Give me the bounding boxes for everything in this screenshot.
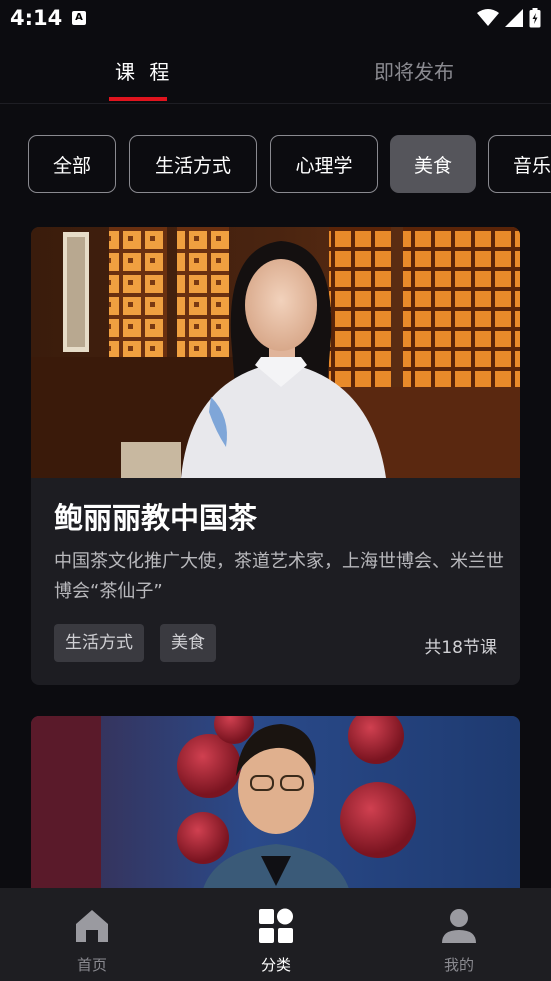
status-bar: 4:14 A	[0, 0, 551, 38]
nav-item-profile[interactable]: 我的	[399, 888, 519, 981]
status-time: 4:14	[10, 6, 63, 30]
profile-icon	[442, 909, 476, 943]
notification-icon: A	[72, 11, 86, 25]
course-cover-image	[31, 716, 520, 896]
status-icons	[477, 8, 541, 28]
category-chip-lifestyle[interactable]: 生活方式	[129, 135, 257, 193]
course-tag: 生活方式	[54, 624, 144, 662]
course-cover-image	[31, 227, 520, 478]
tab-courses[interactable]: 课 程	[115, 56, 173, 85]
wifi-icon	[477, 9, 499, 26]
nav-label-category: 分类	[260, 956, 291, 974]
course-tag: 美食	[160, 624, 216, 662]
bottom-nav: 首页 分类 我的	[0, 888, 551, 981]
signal-icon	[505, 9, 523, 27]
category-chip-all[interactable]: 全部	[28, 135, 116, 193]
course-card[interactable]	[31, 716, 520, 896]
top-tab-bar: 课 程 即将发布	[0, 38, 551, 104]
category-grid-icon	[259, 908, 293, 943]
category-chip-food[interactable]: 美食	[390, 135, 476, 193]
course-tags: 生活方式 美食	[54, 624, 216, 662]
battery-icon	[529, 8, 541, 28]
home-icon	[76, 910, 108, 942]
category-chip-music[interactable]: 音乐	[488, 135, 551, 193]
course-card[interactable]: 鲍丽丽教中国茶 中国茶文化推广大使，茶道艺术家，上海世博会、米兰世博会“茶仙子”…	[31, 227, 520, 685]
lesson-count: 共18节课	[424, 638, 497, 658]
category-chip-psychology[interactable]: 心理学	[270, 135, 378, 193]
course-title: 鲍丽丽教中国茶	[54, 501, 258, 535]
course-description: 中国茶文化推广大使，茶道艺术家，上海世博会、米兰世博会“茶仙子”	[54, 551, 504, 602]
app-screen: 4:14 A 课 程 即将发布 全部 生活方式 心理学 美食 音乐 鲍丽丽教中国…	[0, 0, 551, 981]
nav-label-home: 首页	[76, 956, 107, 974]
course-info: 鲍丽丽教中国茶 中国茶文化推广大使，茶道艺术家，上海世博会、米兰世博会“茶仙子”…	[31, 478, 520, 685]
nav-item-category[interactable]: 分类	[216, 888, 336, 981]
nav-item-home[interactable]: 首页	[32, 888, 152, 981]
active-tab-indicator	[109, 97, 167, 101]
tab-coming-soon[interactable]: 即将发布	[374, 56, 454, 85]
nav-label-profile: 我的	[443, 956, 474, 974]
category-chips: 全部 生活方式 心理学 美食 音乐	[28, 135, 551, 197]
